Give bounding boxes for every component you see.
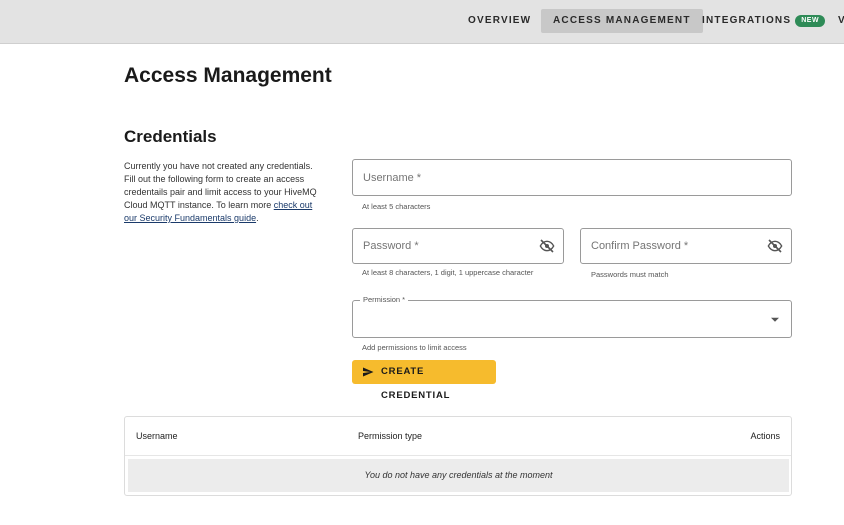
password-field[interactable]: Password * [352, 228, 564, 264]
confirm-password-field[interactable]: Confirm Password * [580, 228, 792, 264]
page-title: Access Management [124, 64, 332, 87]
tab-integrations-label: INTEGRATIONS [702, 15, 792, 26]
visibility-off-icon[interactable] [767, 238, 783, 254]
credentials-table: Username Permission type Actions You do … [124, 416, 792, 496]
column-header-username: Username [136, 431, 178, 441]
column-header-actions: Actions [750, 431, 780, 441]
table-divider [125, 455, 791, 456]
tab-overview[interactable]: OVERVIEW [456, 9, 543, 33]
nav-overflow-item[interactable]: V [838, 9, 844, 33]
new-badge: NEW [795, 15, 826, 27]
permission-helper: Add permissions to limit access [362, 343, 467, 352]
permission-label: Permission * [360, 295, 409, 304]
password-helper: At least 8 characters, 1 digit, 1 upperc… [362, 268, 534, 277]
section-title: Credentials [124, 127, 217, 146]
permission-select[interactable]: Permission * [352, 295, 792, 338]
tab-integrations[interactable]: INTEGRATIONS NEW [690, 9, 837, 33]
confirm-password-placeholder: Confirm Password * [591, 240, 689, 252]
password-placeholder: Password * [363, 240, 419, 252]
tab-access-management[interactable]: ACCESS MANAGEMENT [541, 9, 703, 33]
description-end: . [256, 213, 259, 223]
column-header-permission-type: Permission type [358, 431, 423, 441]
empty-table-message: You do not have any credentials at the m… [128, 459, 789, 492]
send-icon [363, 367, 374, 377]
confirm-password-helper: Passwords must match [591, 270, 669, 279]
create-credential-button[interactable]: CREATE CREDENTIAL [352, 360, 496, 401]
username-placeholder: Username * [363, 171, 422, 184]
create-credential-label: CREATE CREDENTIAL [381, 366, 451, 401]
credentials-description: Currently you have not created any crede… [124, 160, 324, 225]
chevron-down-icon[interactable] [771, 317, 779, 322]
username-field[interactable]: Username * [352, 159, 792, 196]
top-navigation: OVERVIEW ACCESS MANAGEMENT INTEGRATIONS N… [0, 0, 844, 44]
visibility-off-icon[interactable] [539, 238, 555, 254]
username-helper: At least 5 characters [362, 202, 431, 211]
